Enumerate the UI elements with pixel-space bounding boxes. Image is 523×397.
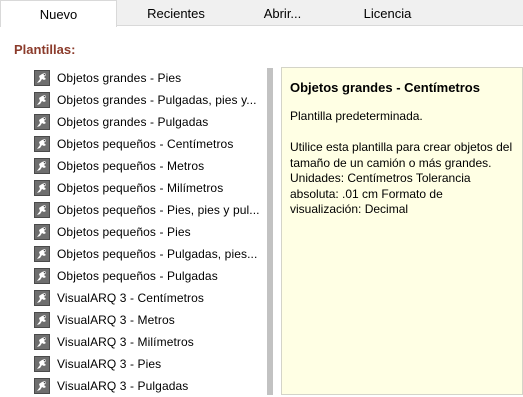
rhino-template-icon — [34, 224, 50, 240]
rhino-template-icon — [34, 202, 50, 218]
template-description-body: Utilice esta plantilla para crear objeto… — [290, 140, 513, 216]
template-list-item[interactable]: VisualARQ 3 - Metros — [32, 309, 260, 331]
template-description-subtitle: Plantilla predeterminada. — [290, 109, 423, 123]
template-label: VisualARQ 3 - Centímetros — [57, 291, 204, 305]
rhino-template-icon — [34, 114, 50, 130]
template-list-item[interactable]: Objetos pequeños - Pies — [32, 221, 260, 243]
scrollbar-thumb[interactable] — [267, 68, 273, 395]
rhino-template-icon — [34, 290, 50, 306]
template-label: VisualARQ 3 - Pulgadas — [57, 379, 189, 393]
templates-heading: Plantillas: — [14, 42, 76, 57]
template-label: Objetos grandes - Pulgadas, pies y... — [57, 93, 257, 107]
template-list-item[interactable]: Objetos pequeños - Pulgadas — [32, 265, 260, 287]
template-list-item[interactable]: Objetos pequeños - Metros — [32, 155, 260, 177]
tab-recientes[interactable]: Recientes — [117, 2, 235, 26]
rhino-template-icon — [34, 92, 50, 108]
template-description-panel: Objetos grandes - Centímetros Plantilla … — [281, 67, 523, 395]
template-label: VisualARQ 3 - Pies — [57, 357, 162, 371]
template-label: Objetos grandes - Pulgadas — [57, 115, 209, 129]
template-label: Objetos pequeños - Metros — [57, 159, 205, 173]
template-list-item[interactable]: Objetos pequeños - Centímetros — [32, 133, 260, 155]
template-list: Objetos grandes - Pies Objetos grandes - … — [32, 67, 260, 397]
tab-licencia[interactable]: Licencia — [330, 2, 445, 26]
template-label: Objetos pequeños - Pulgadas, pies... — [57, 247, 258, 261]
template-label: Objetos grandes - Pies — [57, 71, 182, 85]
template-list-item[interactable]: VisualARQ 3 - Centímetros — [32, 287, 260, 309]
template-label: Objetos pequeños - Pies — [57, 225, 191, 239]
rhino-template-icon — [34, 378, 50, 394]
template-list-item[interactable]: VisualARQ 3 - Pulgadas — [32, 375, 260, 397]
template-description-title: Objetos grandes - Centímetros — [290, 80, 480, 95]
template-list-item[interactable]: Objetos pequeños - Pulgadas, pies... — [32, 243, 260, 265]
template-label: Objetos pequeños - Centímetros — [57, 137, 234, 151]
template-list-item[interactable]: VisualARQ 3 - Milímetros — [32, 331, 260, 353]
template-label: VisualARQ 3 - Metros — [57, 313, 175, 327]
template-label: VisualARQ 3 - Milímetros — [57, 335, 194, 349]
rhino-template-icon — [34, 70, 50, 86]
rhino-template-icon — [34, 356, 50, 372]
tab-nuevo[interactable]: Nuevo — [0, 0, 117, 27]
rhino-template-icon — [34, 246, 50, 262]
template-label: Objetos pequeños - Pies, pies y pul... — [57, 203, 260, 217]
rhino-template-icon — [34, 136, 50, 152]
template-list-item[interactable]: Objetos grandes - Pies — [32, 67, 260, 89]
rhino-template-icon — [34, 180, 50, 196]
tab-strip: Nuevo Recientes Abrir... Licencia — [0, 0, 523, 27]
tab-abrir[interactable]: Abrir... — [235, 2, 330, 26]
template-list-item[interactable]: Objetos pequeños - Pies, pies y pul... — [32, 199, 260, 221]
template-label: Objetos pequeños - Milímetros — [57, 181, 224, 195]
template-list-item[interactable]: VisualARQ 3 - Pies — [32, 353, 260, 375]
rhino-template-icon — [34, 158, 50, 174]
rhino-template-icon — [34, 334, 50, 350]
template-list-item[interactable]: Objetos grandes - Pulgadas — [32, 111, 260, 133]
template-list-item[interactable]: Objetos pequeños - Milímetros — [32, 177, 260, 199]
rhino-template-icon — [34, 268, 50, 284]
rhino-template-icon — [34, 312, 50, 328]
template-list-item[interactable]: Objetos grandes - Pulgadas, pies y... — [32, 89, 260, 111]
template-label: Objetos pequeños - Pulgadas — [57, 269, 218, 283]
